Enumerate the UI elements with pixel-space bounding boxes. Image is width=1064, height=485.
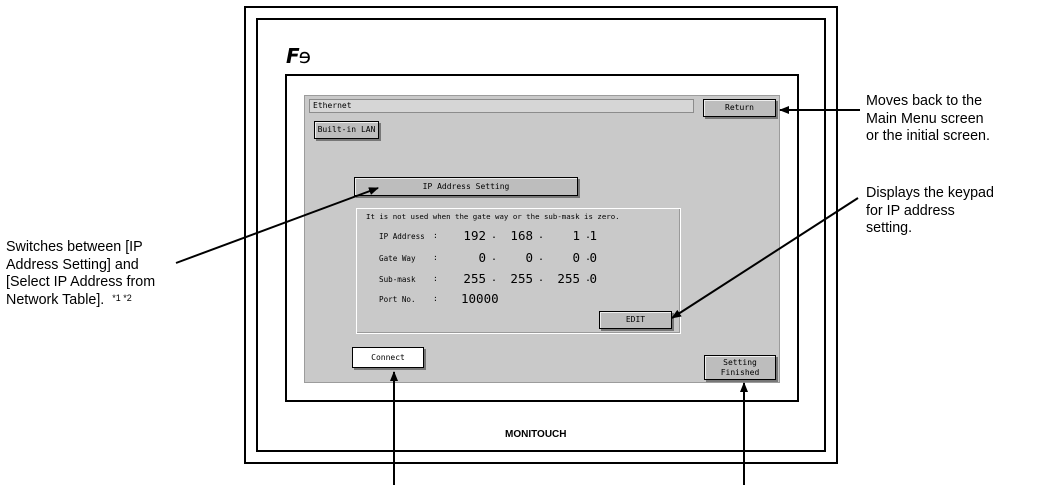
annotation-arrows: [175, 106, 860, 485]
edit-arrow: [671, 197, 859, 319]
mode-arrow: [175, 187, 379, 264]
